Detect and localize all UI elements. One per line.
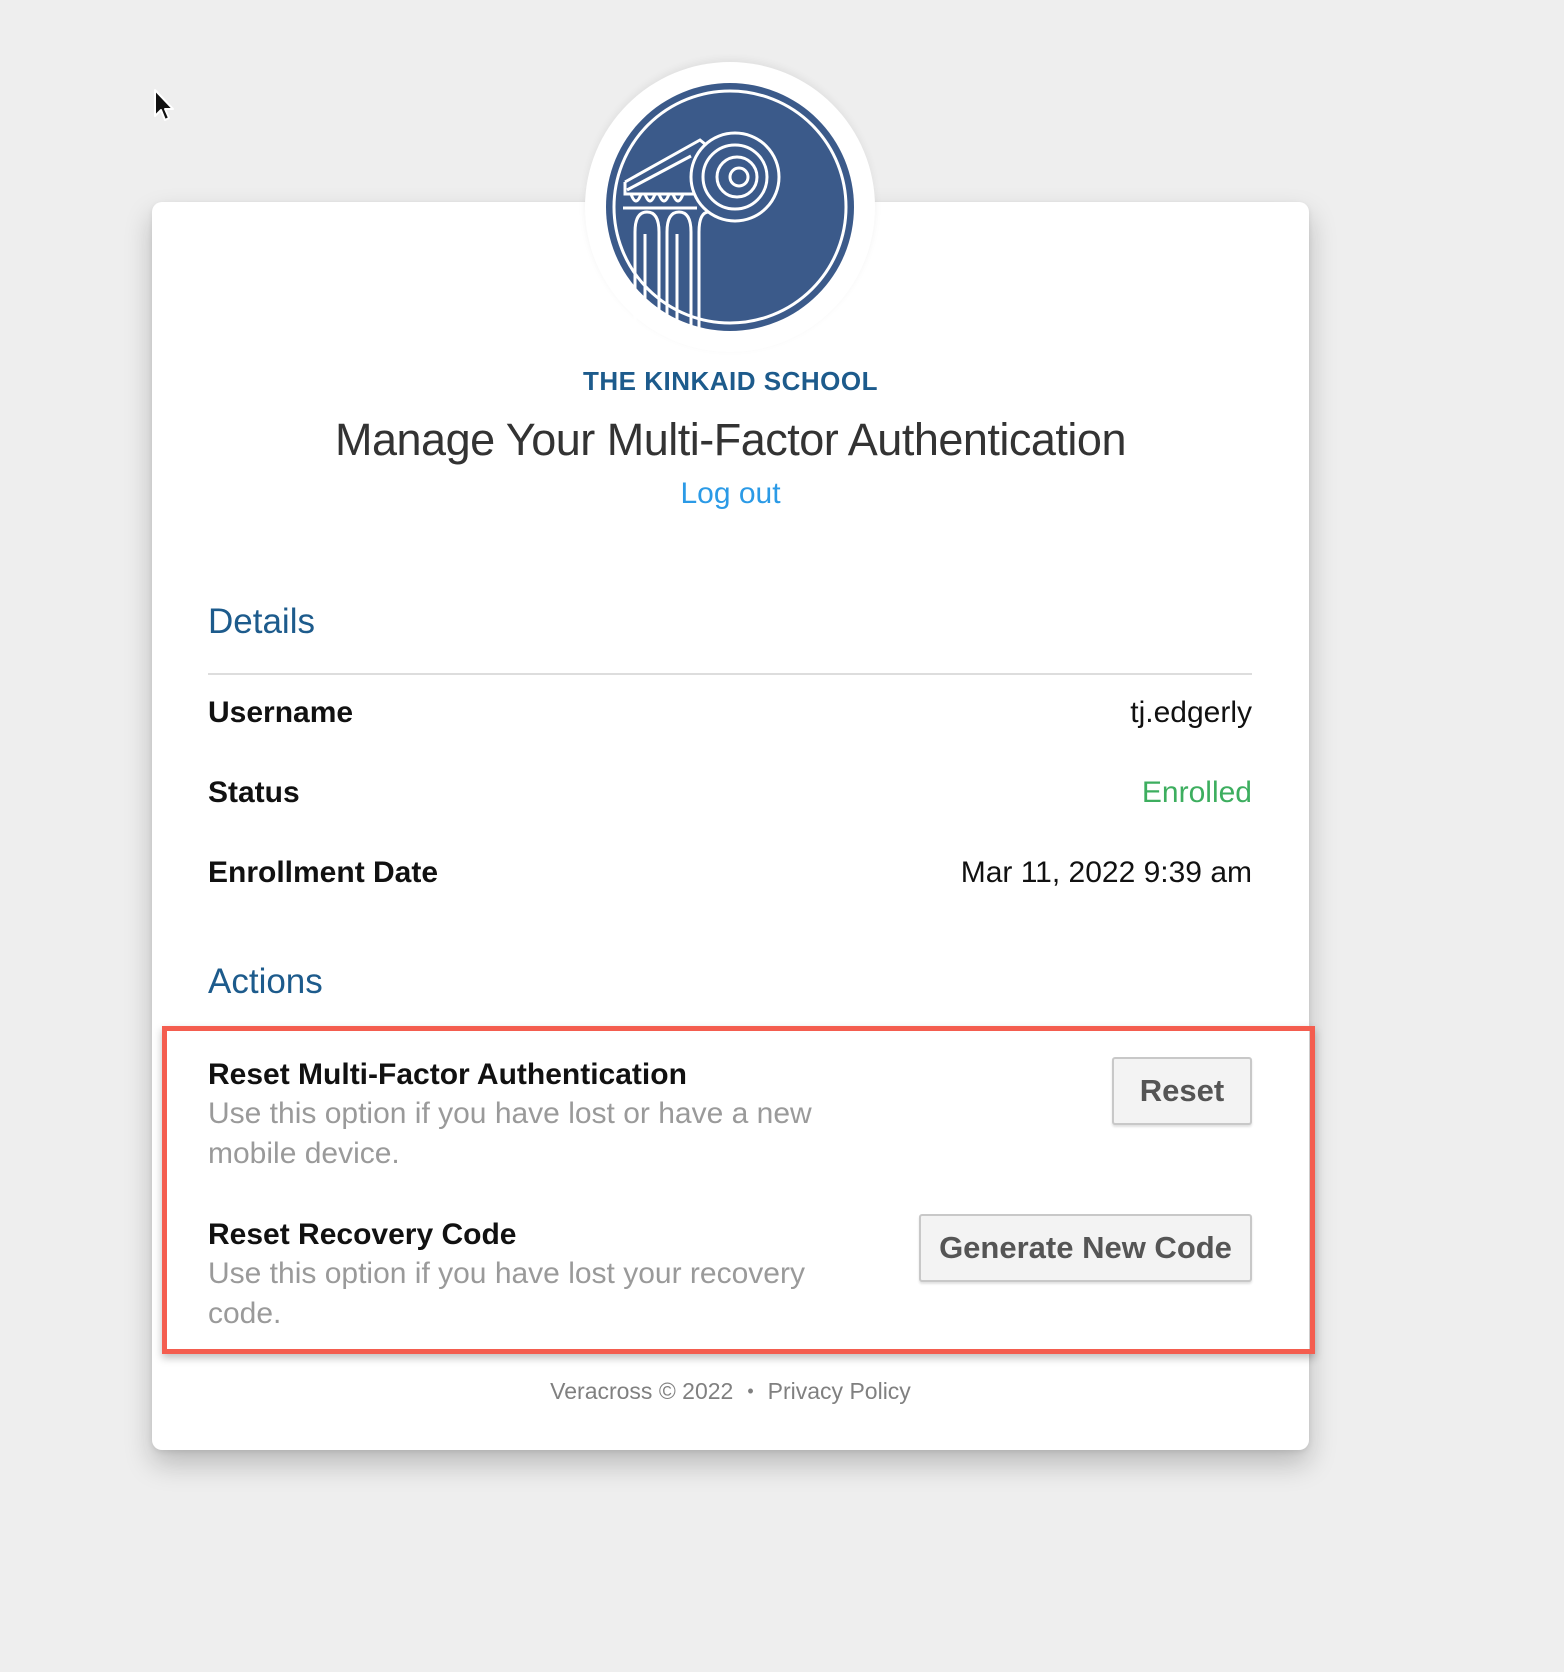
username-value: tj.edgerly <box>1130 696 1252 729</box>
username-row: Username tj.edgerly <box>208 696 1252 736</box>
enrollment-date-row: Enrollment Date Mar 11, 2022 9:39 am <box>208 856 1252 896</box>
school-name: THE KINKAID SCHOOL <box>583 366 878 396</box>
school-logo <box>585 62 875 352</box>
status-badge: Enrolled <box>1141 776 1252 809</box>
logout-link[interactable]: Log out <box>680 477 780 510</box>
page-title: Manage Your Multi-Factor Authentication <box>335 414 1126 465</box>
status-label: Status <box>208 776 300 809</box>
enrollment-date-label: Enrollment Date <box>208 856 439 889</box>
details-heading: Details <box>208 602 315 641</box>
logout-container: Log out <box>152 477 1309 511</box>
enrollment-date-value: Mar 11, 2022 9:39 am <box>960 856 1252 889</box>
footer: Veracross © 2022 • Privacy Policy <box>152 1378 1309 1405</box>
footer-copyright: Veracross © 2022 <box>550 1378 734 1404</box>
mouse-cursor-icon <box>154 89 174 121</box>
actions-highlight-annotation <box>162 1026 1315 1354</box>
ionic-column-logo-icon <box>606 83 854 331</box>
status-row: Status Enrolled <box>208 776 1252 816</box>
details-divider <box>208 673 1252 675</box>
actions-heading: Actions <box>208 962 323 1001</box>
username-label: Username <box>208 696 354 729</box>
footer-separator: • <box>747 1381 754 1401</box>
privacy-policy-link[interactable]: Privacy Policy <box>768 1378 911 1404</box>
